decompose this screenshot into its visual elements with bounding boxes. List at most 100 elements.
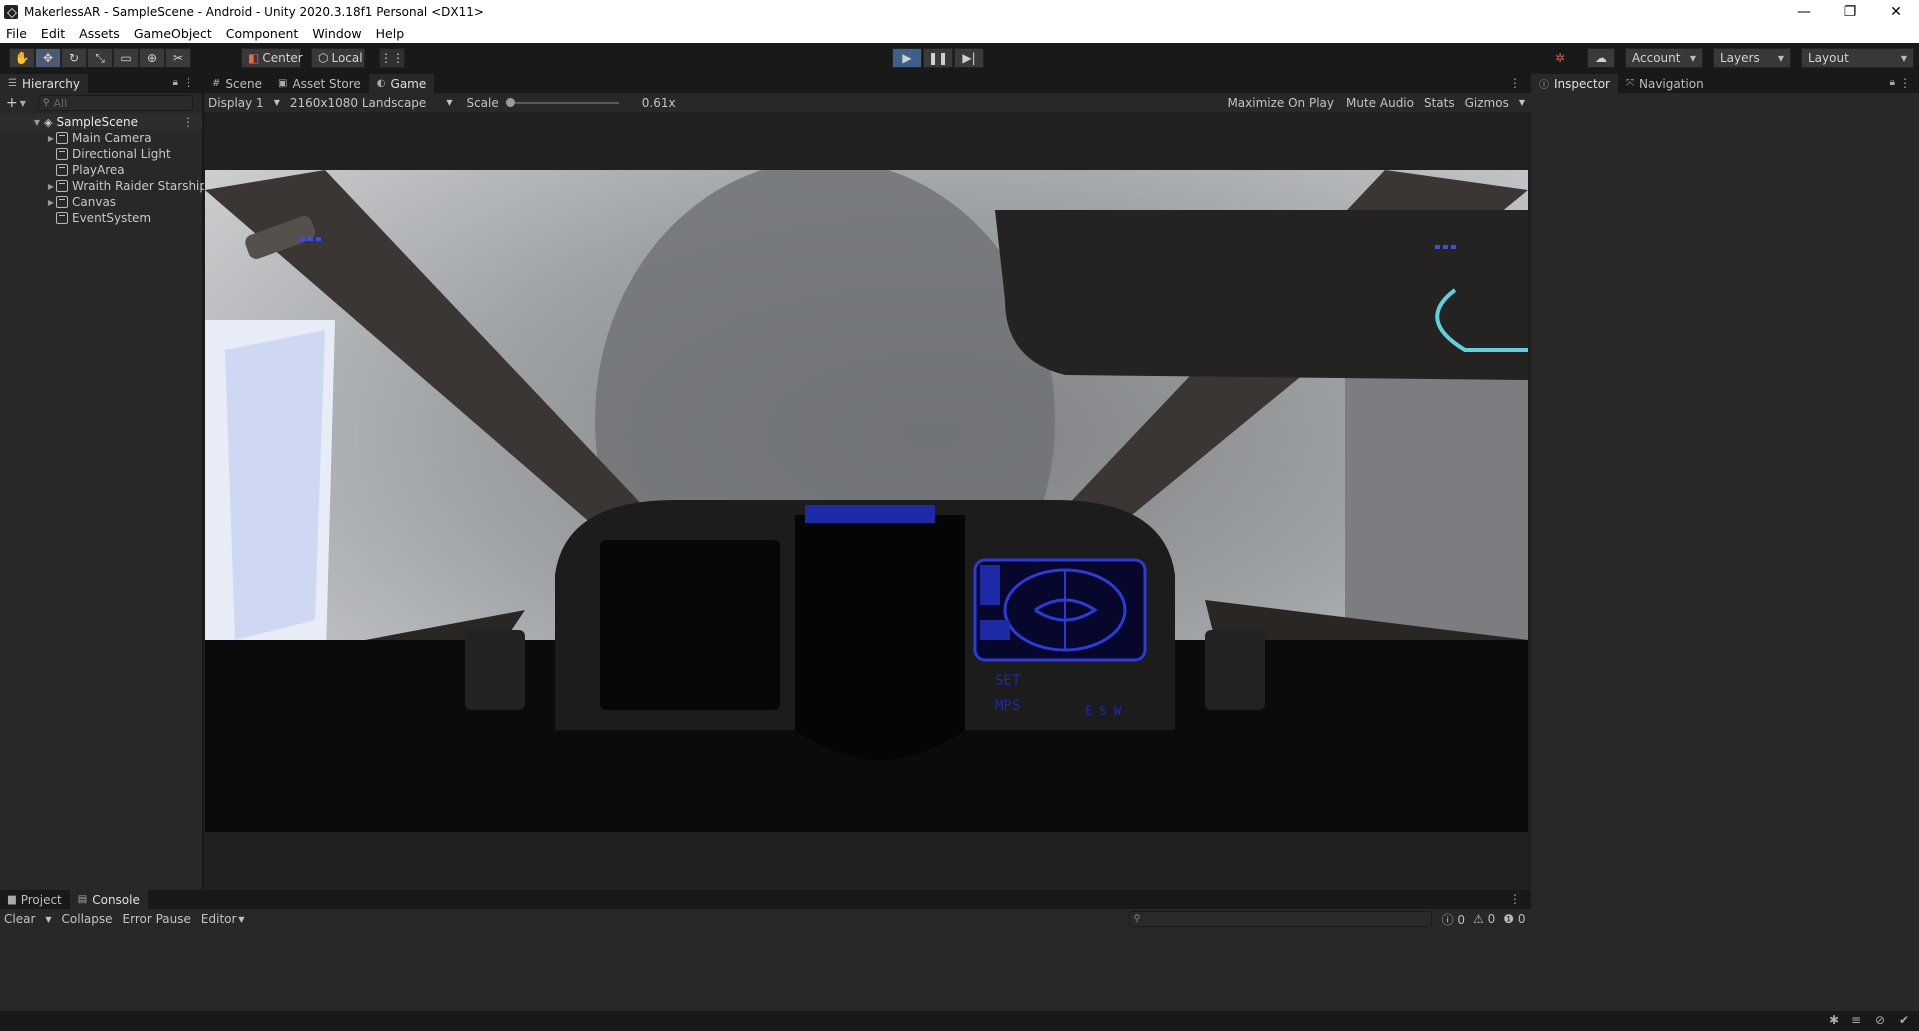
tab-scene[interactable]: # Scene: [204, 74, 270, 93]
layers-dropdown[interactable]: Layers ▼: [1713, 48, 1791, 68]
display-dropdown[interactable]: Display 1: [208, 96, 264, 110]
lock-icon[interactable]: 🔒︎: [1890, 77, 1895, 88]
hierarchy-item-eventsystem[interactable]: EventSystem: [0, 210, 151, 226]
more-options-icon[interactable]: ⋮: [1899, 76, 1911, 90]
layers-label: Layers: [1720, 51, 1760, 65]
pivot-center-toggle[interactable]: ◧ Center: [241, 48, 303, 68]
hierarchy-item-label: Main Camera: [72, 131, 152, 145]
cloud-icon[interactable]: ☁: [1587, 48, 1615, 68]
tab-hierarchy[interactable]: ☰ Hierarchy: [0, 74, 88, 93]
account-dropdown[interactable]: Account ▼: [1625, 48, 1703, 68]
hierarchy-search-input[interactable]: ⚲ All: [37, 95, 193, 111]
custom-tool-icon[interactable]: ✂: [165, 48, 191, 68]
close-button[interactable]: ✕: [1873, 0, 1919, 23]
scale-slider[interactable]: [505, 97, 619, 107]
tab-console[interactable]: ▤ Console: [69, 890, 148, 909]
expand-arrow-icon[interactable]: ▶: [46, 134, 56, 143]
more-options-icon[interactable]: ⋮: [183, 76, 194, 89]
tab-navigation-label: Navigation: [1638, 76, 1704, 91]
check-icon[interactable]: ✔: [1899, 1013, 1909, 1027]
menu-assets[interactable]: Assets: [79, 26, 120, 41]
stats-toggle[interactable]: Stats: [1424, 96, 1455, 110]
gizmos-toggle[interactable]: Gizmos: [1465, 96, 1509, 110]
pause-button[interactable]: ❚❚: [923, 48, 953, 68]
collapse-toggle[interactable]: Collapse: [62, 912, 113, 926]
more-options-icon[interactable]: ⋮: [1509, 892, 1521, 906]
more-options-icon[interactable]: ⋮: [182, 115, 194, 129]
hierarchy-item-canvas[interactable]: ▶ Canvas: [0, 194, 116, 210]
move-tool-icon[interactable]: ✥: [35, 48, 61, 68]
layout-label: Layout: [1808, 51, 1849, 65]
auto-generate-icon[interactable]: ⊘: [1875, 1013, 1885, 1027]
bug-icon[interactable]: ✱: [1829, 1013, 1839, 1027]
menu-bar: File Edit Assets GameObject Component Wi…: [0, 23, 1919, 43]
chevron-down-icon: ▼: [1777, 53, 1784, 63]
console-search-input[interactable]: ⚲: [1128, 911, 1432, 927]
chevron-down-icon[interactable]: ▼: [45, 915, 51, 924]
expand-arrow-icon[interactable]: ▶: [46, 198, 56, 207]
hierarchy-item-label: Directional Light: [72, 147, 171, 161]
rotate-tool-icon[interactable]: ↻: [61, 48, 87, 68]
create-add-icon[interactable]: +: [6, 95, 18, 111]
lock-icon[interactable]: 🔒︎: [173, 77, 178, 88]
account-label: Account: [1632, 51, 1681, 65]
hand-tool-icon[interactable]: ✋: [9, 48, 35, 68]
maximize-on-play-toggle[interactable]: Maximize On Play: [1227, 96, 1334, 110]
error-count-badge[interactable]: ❶ 0: [1503, 912, 1525, 926]
expand-arrow-icon[interactable]: ▼: [32, 118, 42, 127]
menu-edit[interactable]: Edit: [41, 26, 65, 41]
search-placeholder: All: [53, 96, 68, 110]
window-title: MakerlessAR - SampleScene - Android - Un…: [24, 4, 484, 19]
gamepad-icon: ◐: [376, 78, 386, 89]
chevron-down-icon[interactable]: ▼: [446, 98, 452, 107]
gameobject-cube-icon: [56, 132, 68, 144]
gameobject-cube-icon: [56, 212, 68, 224]
menu-gameobject[interactable]: GameObject: [134, 26, 212, 41]
tab-navigation[interactable]: ⤧ Navigation: [1618, 74, 1712, 93]
expand-arrow-icon[interactable]: ▶: [46, 182, 56, 191]
scale-label: Scale: [466, 95, 499, 110]
slider-handle[interactable]: [505, 97, 515, 107]
tab-asset-store[interactable]: ▣ Asset Store: [270, 74, 369, 93]
mute-audio-toggle[interactable]: Mute Audio: [1346, 96, 1414, 110]
chevron-down-icon[interactable]: ▼: [274, 98, 280, 107]
tab-inspector[interactable]: ⓘ Inspector: [1531, 74, 1618, 93]
more-options-icon[interactable]: ⋮: [1509, 76, 1521, 90]
layout-dropdown[interactable]: Layout ▼: [1801, 48, 1914, 68]
hierarchy-panel: ☰ Hierarchy 🔒︎ ⋮ + ▼ ⚲ All ▼ ◈ SampleScen…: [0, 74, 207, 890]
transform-tool-icon[interactable]: ⊕: [139, 48, 165, 68]
hierarchy-item-directional-light[interactable]: Directional Light: [0, 146, 171, 162]
cache-icon[interactable]: ≡: [1851, 1013, 1861, 1027]
minimize-button[interactable]: —: [1781, 0, 1827, 23]
tab-game[interactable]: ◐ Game: [368, 74, 435, 93]
editor-dropdown[interactable]: Editor: [201, 912, 237, 926]
scene-row[interactable]: ▼ ◈ SampleScene ⋮: [0, 114, 202, 130]
warning-count-badge[interactable]: ⚠ 0: [1473, 912, 1495, 926]
gameobject-cube-icon: [56, 164, 68, 176]
hierarchy-item-wraith-raider-starship[interactable]: ▶ Wraith Raider Starship: [0, 178, 207, 194]
chevron-down-icon[interactable]: ▼: [20, 99, 26, 108]
menu-help[interactable]: Help: [376, 26, 405, 41]
hierarchy-item-playarea[interactable]: PlayArea: [0, 162, 125, 178]
menu-window[interactable]: Window: [312, 26, 361, 41]
scale-value: 0.61x: [641, 95, 676, 110]
play-button[interactable]: ▶: [892, 48, 922, 68]
clear-button[interactable]: Clear: [4, 912, 35, 926]
grid-snap-icon[interactable]: ⋮⋮: [379, 48, 405, 68]
step-button[interactable]: ▶|: [954, 48, 984, 68]
status-bar: ✱ ≡ ⊘ ✔: [0, 1011, 1919, 1031]
menu-component[interactable]: Component: [226, 26, 299, 41]
resolution-dropdown[interactable]: 2160x1080 Landscape: [290, 96, 426, 110]
pivot-local-toggle[interactable]: ⬡ Local: [311, 48, 365, 68]
hierarchy-item-main-camera[interactable]: ▶ Main Camera: [0, 130, 152, 146]
rect-tool-icon[interactable]: ▭: [113, 48, 139, 68]
menu-file[interactable]: File: [6, 26, 27, 41]
chevron-down-icon[interactable]: ▼: [238, 915, 244, 924]
collab-icon[interactable]: ✲: [1547, 48, 1573, 68]
maximize-button[interactable]: ❐: [1827, 0, 1873, 23]
error-pause-toggle[interactable]: Error Pause: [123, 912, 191, 926]
tab-project[interactable]: ▆ Project: [0, 890, 70, 909]
scale-tool-icon[interactable]: ⤡: [87, 48, 113, 68]
chevron-down-icon[interactable]: ▼: [1519, 98, 1525, 107]
info-count-badge[interactable]: ⓘ 0: [1442, 911, 1465, 928]
